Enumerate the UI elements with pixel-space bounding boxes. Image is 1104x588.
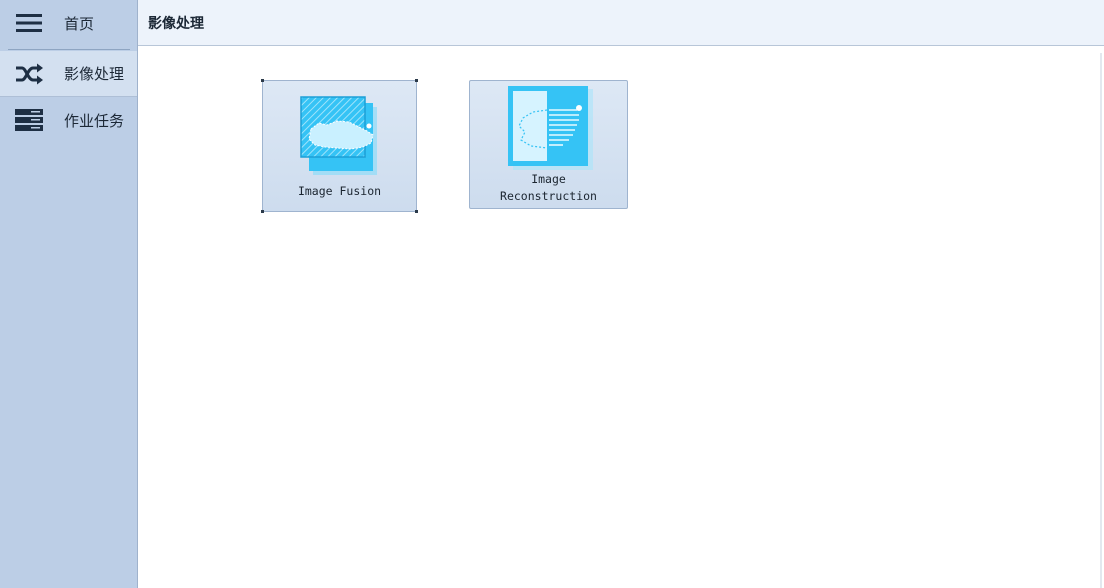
content-right-edge: [1100, 53, 1102, 588]
selection-corner: [415, 210, 418, 213]
selection-corner: [261, 210, 264, 213]
task-list-icon: [14, 108, 44, 132]
sidebar-divider: [8, 49, 130, 50]
selection-corner: [261, 79, 264, 82]
sidebar: 首页 影像处理 作业任务: [0, 0, 138, 588]
tile-label-line1: Image: [531, 172, 566, 186]
header-bar: 影像处理: [138, 0, 1104, 46]
sidebar-item-label: 作业任务: [64, 111, 125, 130]
shuffle-icon: [14, 62, 44, 86]
image-fusion-tile[interactable]: Image Fusion: [261, 79, 418, 213]
main-content: Image Fusion Image Reconstruction: [138, 47, 1100, 588]
image-reconstruction-icon: [507, 86, 593, 170]
sidebar-item-label: 首页: [64, 14, 95, 33]
tile-label: Image Fusion: [297, 184, 382, 198]
selection-corner: [415, 79, 418, 82]
sidebar-item-image-processing[interactable]: 影像处理: [0, 51, 137, 97]
sidebar-item-home[interactable]: 首页: [0, 0, 137, 46]
sidebar-item-job-tasks[interactable]: 作业任务: [0, 97, 137, 143]
image-reconstruction-tile[interactable]: Image Reconstruction: [469, 80, 628, 209]
sidebar-item-label: 影像处理: [64, 65, 125, 83]
image-fusion-icon: [299, 96, 377, 175]
menu-icon: [14, 11, 44, 35]
page-title: 影像处理: [148, 15, 204, 32]
tile-label-line2: Reconstruction: [500, 189, 597, 203]
